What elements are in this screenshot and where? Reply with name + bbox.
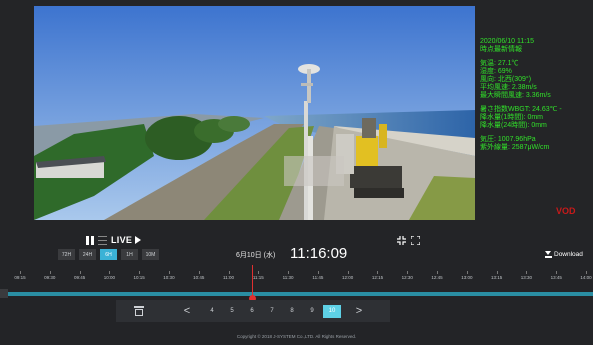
timeline-tick-label: 10:45: [193, 275, 205, 280]
rain-1h-reading: 降水量(1時間): 0mm: [480, 114, 543, 121]
timeline-tick-mark: [526, 271, 528, 274]
live-button[interactable]: LIVE: [111, 235, 132, 245]
timeline-tick-label: 09:30: [44, 275, 56, 280]
overlay-timestamp: 2020/06/10 11:15: [480, 38, 534, 45]
timeline-tick-label: 09:45: [73, 275, 86, 280]
timeline-tick-mark: [407, 271, 409, 274]
timeline-tick-mark: [258, 271, 260, 274]
timeline-tick-mark: [109, 271, 111, 274]
temperature-reading: 気温: 27.1℃: [480, 60, 519, 67]
page-4-button[interactable]: 4: [202, 308, 222, 314]
page-5-button[interactable]: 5: [222, 308, 242, 314]
timeline-tick-mark: [168, 271, 170, 274]
download-label: Download: [554, 251, 583, 258]
range-1h-button[interactable]: 1H: [121, 249, 138, 260]
range-selector: 72H 24H 6H 1H 10M: [58, 249, 159, 260]
range-6h-button[interactable]: 6H: [100, 249, 117, 260]
page-8-button[interactable]: 8: [282, 308, 302, 314]
timeline-tick-mark: [139, 271, 141, 274]
timeline-tick-label: 10:00: [103, 275, 115, 280]
timeline-bar[interactable]: [8, 292, 593, 296]
humidity-reading: 湿度: 69%: [480, 68, 512, 75]
download-button[interactable]: Download: [545, 251, 583, 258]
vod-label: VOD: [556, 206, 576, 216]
timeline-tick-label: 12:15: [371, 275, 384, 280]
timeline-tick-label: 14:00: [580, 275, 592, 280]
range-10m-button[interactable]: 10M: [142, 249, 159, 260]
page-10-button[interactable]: 10: [323, 304, 341, 318]
next-page-button[interactable]: >: [352, 305, 366, 317]
timeline-tick-label: 11:30: [282, 275, 294, 280]
timeline-tick-mark: [20, 271, 21, 274]
menu-icon[interactable]: [98, 235, 107, 245]
timeline-tick-label: 13:30: [520, 275, 533, 280]
timeline-tick-mark: [79, 271, 81, 274]
timeline-cursor[interactable]: [252, 265, 253, 298]
uv-reading: 紫外線量: 2587μW/cm: [480, 144, 550, 151]
download-icon: [545, 251, 552, 258]
overlay-subtitle: 時点最新情報: [480, 46, 522, 53]
timeline-tick-label: 11:00: [223, 275, 234, 280]
timeline-tick-label: 09:15: [14, 275, 26, 280]
wind-direction-reading: 風向: 北西(309°): [480, 76, 532, 83]
timeline-tick-mark: [377, 271, 379, 274]
avg-wind-speed-reading: 平均風速: 2.38m/s: [480, 84, 537, 91]
current-date: 6月10日 (水): [236, 252, 276, 259]
fullscreen-icon[interactable]: [410, 232, 421, 246]
shrink-icon[interactable]: [397, 232, 406, 245]
timeline-ticks: 09:15 09:30 09:45 10:00 10:15 10:30 10:45 11:00…: [0, 271, 593, 287]
timeline-start: [0, 289, 8, 298]
timeline-tick-label: 13:15: [490, 275, 503, 280]
page-navigator: < 4 5 6 7 8 9 10 >: [116, 300, 390, 322]
timeline-tick-mark: [49, 271, 51, 274]
timeline-tick-label: 13:00: [461, 275, 473, 280]
page-9-button[interactable]: 9: [302, 308, 322, 314]
view-controls: [397, 232, 421, 246]
timeline-tick-mark: [496, 271, 498, 274]
timeline-tick-label: 11:45: [312, 275, 324, 280]
timeline-tick-label: 13:45: [550, 275, 562, 280]
timeline-tick-mark: [317, 271, 319, 274]
timeline-tick-mark: [288, 271, 290, 274]
timeline-tick-label: 12:30: [401, 275, 413, 280]
pause-icon[interactable]: [86, 235, 94, 245]
timeline-tick-label: 10:30: [163, 275, 175, 280]
range-72h-button[interactable]: 72H: [58, 249, 75, 260]
rain-24h-reading: 降水量(24時間): 0mm: [480, 122, 547, 129]
copyright-text: Copyright © 2018 J-SYSTEM Co.,LTD. All R…: [236, 334, 357, 339]
construction-site-image: [34, 6, 475, 220]
timeline-tick-label: 12:00: [342, 275, 354, 280]
sensor-overlay: 2020/06/10 11:15 時点最新情報 気温: 27.1℃ 湿度: 69…: [480, 38, 590, 152]
timeline-tick-mark: [347, 271, 349, 274]
video-viewer: 2020/06/10 11:15 時点最新情報 気温: 27.1℃ 湿度: 69…: [0, 0, 593, 230]
timeline-tick-label: 10:15: [133, 275, 145, 280]
range-24h-button[interactable]: 24H: [79, 249, 96, 260]
playback-controls: LIVE: [86, 235, 142, 245]
pressure-reading: 気圧: 1007.96hPa: [480, 136, 536, 143]
current-time: 11:16:09: [290, 245, 348, 262]
timeline-tick-label: 12:45: [431, 275, 443, 280]
timeline-tick-label: 11:15: [252, 275, 264, 280]
wbgt-reading: 暑さ指数WBGT: 24.63℃ -: [480, 106, 562, 113]
timeline-tick-mark: [466, 271, 468, 274]
timeline-tick-mark: [198, 271, 200, 274]
page-7-button[interactable]: 7: [262, 308, 282, 314]
timeline-tick-mark: [586, 271, 587, 274]
timeline-tick-mark: [228, 271, 230, 274]
timeline-tick-mark: [556, 271, 558, 274]
page-6-button[interactable]: 6: [242, 308, 262, 314]
timeline-tick-mark: [437, 271, 439, 274]
camera-video-frame[interactable]: [34, 6, 475, 220]
calendar-icon[interactable]: [134, 306, 144, 316]
play-icon[interactable]: [135, 236, 142, 244]
max-wind-speed-reading: 最大瞬間風速: 3.36m/s: [480, 92, 551, 99]
prev-page-button[interactable]: <: [180, 305, 194, 317]
